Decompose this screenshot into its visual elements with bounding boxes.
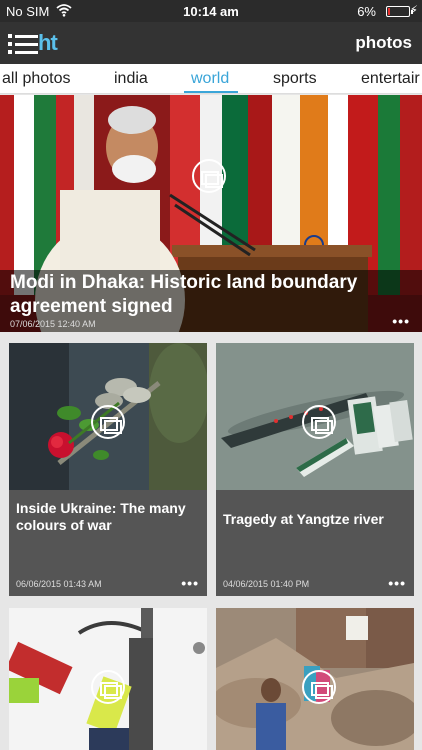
battery-percentage: 6% xyxy=(357,4,376,19)
status-bar: No SIM 10:14 am 6% ⚡ xyxy=(0,0,422,22)
active-tab-indicator xyxy=(184,91,238,93)
card-date: 04/06/2015 01:40 PM xyxy=(223,579,310,589)
hero-title[interactable]: Modi in Dhaka: Historic land boundary ag… xyxy=(10,271,410,319)
tab-entertainment[interactable]: entertair xyxy=(361,70,420,88)
gallery-icon xyxy=(192,159,226,193)
more-options-icon[interactable]: ••• xyxy=(392,313,410,329)
app-header: ht photos xyxy=(0,22,422,64)
battery-icon xyxy=(386,6,413,17)
card-date: 06/06/2015 01:43 AM xyxy=(16,579,102,589)
charging-icon: ⚡ xyxy=(409,3,418,17)
gallery-icon xyxy=(302,670,336,704)
screen: No SIM 10:14 am 6% ⚡ ht photos all photo… xyxy=(0,0,422,750)
story-card[interactable] xyxy=(216,608,414,750)
tab-world[interactable]: world xyxy=(191,70,229,88)
hero-story[interactable]: Modi in Dhaka: Historic land boundary ag… xyxy=(0,95,422,332)
card-title[interactable]: Tragedy at Yangtze river xyxy=(223,511,409,528)
hero-date: 07/06/2015 12:40 AM xyxy=(10,319,96,329)
app-logo[interactable]: ht xyxy=(38,30,58,56)
story-card[interactable]: Tragedy at Yangtze river 04/06/2015 01:4… xyxy=(216,343,414,596)
gallery-icon xyxy=(91,670,125,704)
story-card[interactable]: Inside Ukraine: The many colours of war … xyxy=(9,343,207,596)
gallery-icon xyxy=(91,405,125,439)
page-title: photos xyxy=(355,33,412,52)
menu-icon[interactable] xyxy=(8,34,38,54)
tab-india[interactable]: india xyxy=(114,70,148,88)
gallery-icon xyxy=(302,405,336,439)
tab-sports[interactable]: sports xyxy=(273,70,317,88)
tab-all-photos[interactable]: all photos xyxy=(2,70,71,88)
card-title[interactable]: Inside Ukraine: The many colours of war xyxy=(16,500,202,534)
battery-fill xyxy=(388,8,390,15)
category-tabs: all photos india world sports entertair xyxy=(0,64,422,94)
more-options-icon[interactable]: ••• xyxy=(181,575,199,591)
story-card[interactable] xyxy=(9,608,207,750)
more-options-icon[interactable]: ••• xyxy=(388,575,406,591)
